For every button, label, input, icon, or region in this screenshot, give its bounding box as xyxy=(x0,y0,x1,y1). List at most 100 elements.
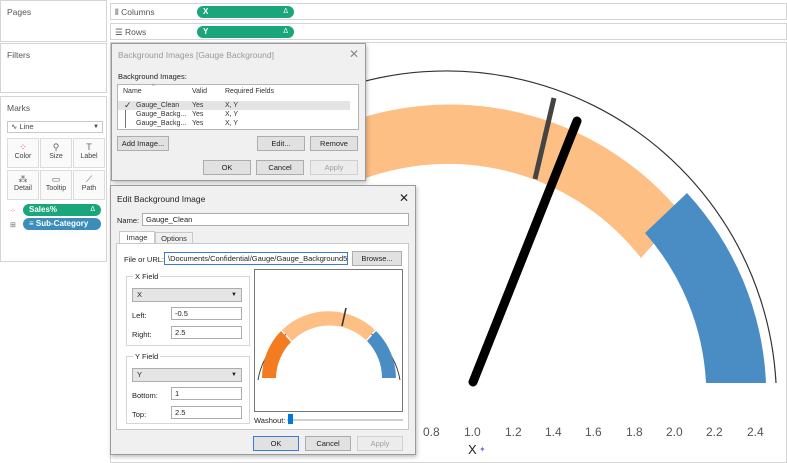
name-label: Name: xyxy=(117,216,140,225)
table-row[interactable]: Gauge_Backg... Yes X, Y xyxy=(118,119,350,128)
y-field-title: Y Field xyxy=(133,352,161,361)
x-field-value: X xyxy=(137,290,143,299)
rows-pill-label: Y xyxy=(203,27,209,36)
tooltip-button-label: Tooltip xyxy=(45,185,67,192)
color-shelf-icon: ⁘ xyxy=(10,208,16,215)
color-button-label: Color xyxy=(14,153,32,160)
columns-x-pill[interactable]: X Δ xyxy=(197,6,294,18)
marks-label: Marks xyxy=(7,103,31,113)
file-url-label: File or URL: xyxy=(124,255,165,264)
edit-ok-button[interactable]: OK xyxy=(253,436,299,451)
row-fields: X, Y xyxy=(225,102,239,109)
columns-pill-label: X xyxy=(203,7,209,16)
filters-label: Filters xyxy=(7,50,31,60)
row-checkbox[interactable] xyxy=(125,110,126,119)
col-name[interactable]: Name xyxy=(123,88,142,95)
checkmark-icon[interactable]: ✓ xyxy=(124,101,132,110)
path-icon: ⟋ xyxy=(85,174,93,184)
washout-label: Washout: xyxy=(254,416,286,425)
row-valid: Yes xyxy=(192,102,204,109)
row-checkbox[interactable] xyxy=(125,119,126,128)
remove-button[interactable]: Remove xyxy=(310,136,358,151)
x-tick: 2.0 xyxy=(666,425,683,439)
x-field-group: X Field X ▼ Left: -0.5 Right: 2.5 xyxy=(126,272,250,346)
bottom-input[interactable]: 1 xyxy=(171,387,242,400)
path-button-label: Path xyxy=(81,185,97,192)
left-label: Left: xyxy=(132,311,147,320)
delta-icon: Δ xyxy=(283,28,288,35)
path-button[interactable]: ⟋ Path xyxy=(73,170,105,200)
marks-card: Marks ∿ Line ▼ ⁘ Color ⚲ Size T Label ⁂ Deta… xyxy=(0,96,107,262)
columns-shelf[interactable]: ⦀ Columns X Δ xyxy=(110,3,787,20)
label-button[interactable]: T Label xyxy=(73,138,105,168)
x-field-select[interactable]: X ▼ xyxy=(132,288,242,302)
size-button[interactable]: ⚲ Size xyxy=(40,138,72,168)
chevron-down-icon: ▼ xyxy=(231,372,237,378)
right-label: Right: xyxy=(132,330,152,339)
col-required-fields[interactable]: Required Fields xyxy=(225,88,274,95)
browse-button[interactable]: Browse... xyxy=(352,251,402,266)
name-input[interactable]: Gauge_Clean xyxy=(142,213,409,226)
close-icon[interactable]: ✕ xyxy=(399,191,409,205)
rows-shelf[interactable]: ☰ Rows Y Δ xyxy=(110,23,787,40)
right-input[interactable]: 2.5 xyxy=(171,326,242,339)
ok-button[interactable]: OK xyxy=(203,160,251,175)
columns-shelf-label: ⦀ Columns xyxy=(115,7,155,18)
columns-label: Columns xyxy=(121,7,155,17)
color-button[interactable]: ⁘ Color xyxy=(7,138,39,168)
sales-pct-pill[interactable]: Sales% Δ xyxy=(23,204,101,216)
top-label: Top: xyxy=(132,410,147,419)
y-field-select[interactable]: Y ▼ xyxy=(132,368,242,382)
rows-shelf-label: ☰ Rows xyxy=(115,27,146,38)
sales-pct-label: Sales% xyxy=(29,205,58,214)
preview-band-blue xyxy=(367,331,396,378)
pages-card[interactable]: Pages xyxy=(0,0,107,42)
row-name: Gauge_Backg... xyxy=(136,111,187,118)
cancel-button[interactable]: Cancel xyxy=(256,160,304,175)
add-image-button[interactable]: Add Image... xyxy=(117,136,169,151)
col-valid[interactable]: Valid xyxy=(192,88,207,95)
tooltip-icon: ▭ xyxy=(51,174,61,184)
table-row[interactable]: Gauge_Backg... Yes X, Y xyxy=(118,110,350,119)
delta-icon: Δ xyxy=(283,8,288,15)
washout-slider-thumb[interactable] xyxy=(288,414,293,424)
x-tick: 1.6 xyxy=(585,425,602,439)
list-icon: ≡ xyxy=(29,219,36,228)
row-valid: Yes xyxy=(192,111,204,118)
background-images-table[interactable]: Name ^ Valid Required Fields ✓ Gauge_Cle… xyxy=(117,84,359,130)
file-url-input[interactable]: \Documents/Confidential/Gauge/Gauge_Back… xyxy=(164,252,348,265)
rows-y-pill[interactable]: Y Δ xyxy=(197,26,294,38)
size-icon: ⚲ xyxy=(52,142,60,152)
detail-button[interactable]: ⁂ Detail xyxy=(7,170,39,200)
bottom-label: Bottom: xyxy=(132,391,158,400)
close-icon[interactable]: ✕ xyxy=(349,47,359,61)
edit-cancel-button[interactable]: Cancel xyxy=(305,436,351,451)
dialog-title: Background Images [Gauge Background] xyxy=(118,50,274,60)
x-tick: 1.0 xyxy=(464,425,481,439)
x-axis-title: X xyxy=(468,442,477,457)
background-images-label: Background Images: xyxy=(118,72,187,81)
edit-button[interactable]: Edit... xyxy=(257,136,305,151)
x-tick: 1.8 xyxy=(626,425,643,439)
table-row[interactable]: ✓ Gauge_Clean Yes X, Y xyxy=(118,101,350,110)
delta-icon: Δ xyxy=(90,206,95,213)
pages-label: Pages xyxy=(7,7,32,17)
mark-type-dropdown[interactable]: ∿ Line ▼ xyxy=(7,121,103,133)
mark-type-value: Line xyxy=(19,122,34,131)
x-tick: 2.4 xyxy=(747,425,764,439)
filters-card[interactable]: Filters xyxy=(0,43,107,93)
left-input[interactable]: -0.5 xyxy=(171,307,242,320)
apply-button[interactable]: Apply xyxy=(310,160,358,175)
sub-category-pill[interactable]: ≡ Sub-Category xyxy=(23,218,101,230)
label-icon: T xyxy=(86,142,92,152)
tooltip-button[interactable]: ▭ Tooltip xyxy=(40,170,72,200)
top-input[interactable]: 2.5 xyxy=(171,406,242,419)
gauge-band-blue xyxy=(645,193,766,383)
edit-dialog-title: Edit Background Image xyxy=(117,194,206,204)
x-tick: 2.2 xyxy=(706,425,723,439)
x-tick: 0.8 xyxy=(423,425,440,439)
edit-apply-button[interactable]: Apply xyxy=(357,436,403,451)
washout-slider-track[interactable] xyxy=(287,419,403,421)
detail-shelf-icon: ⊞ xyxy=(10,222,16,229)
x-field-title: X Field xyxy=(133,272,161,281)
